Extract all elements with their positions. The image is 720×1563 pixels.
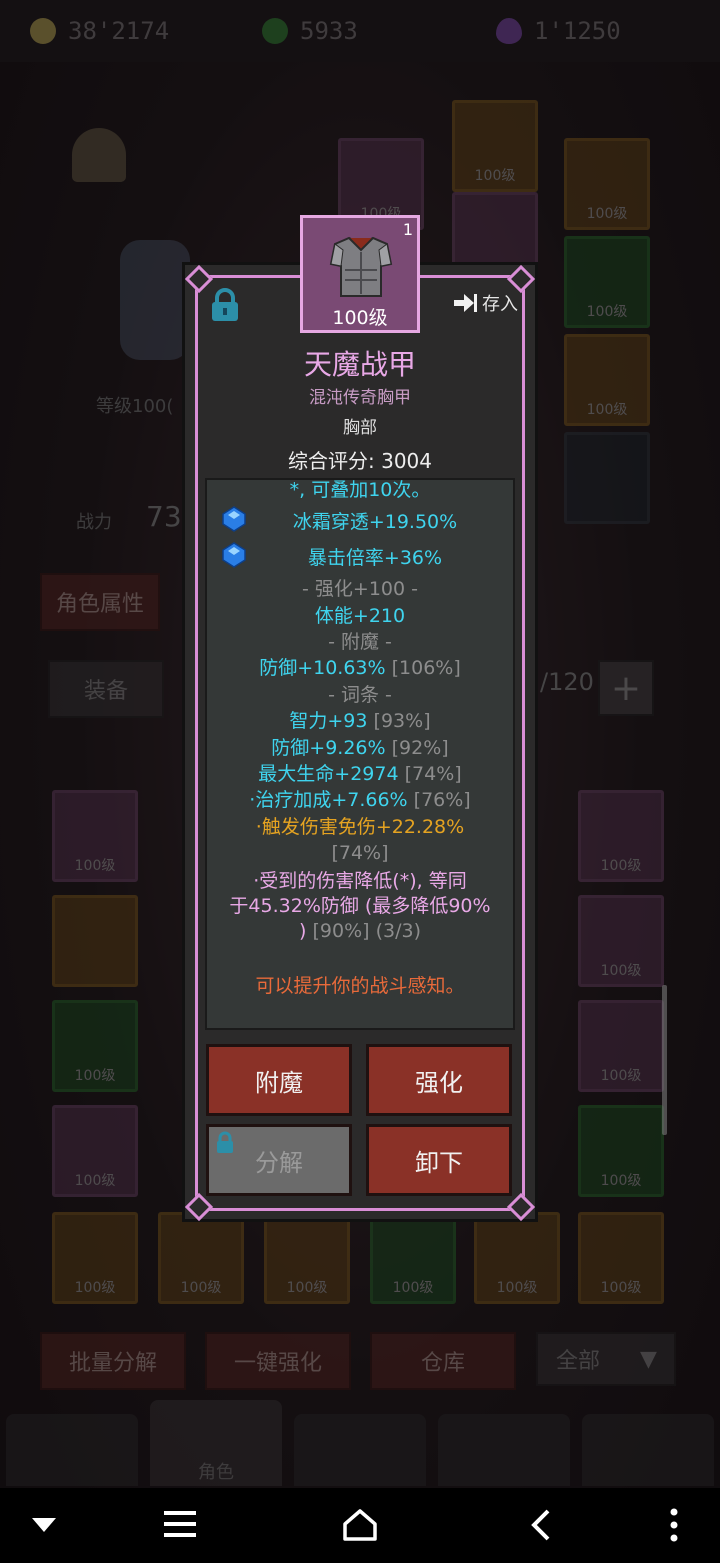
- enchant-header: - 附魔 -: [328, 631, 392, 653]
- item-name: 天魔战甲: [303, 348, 416, 381]
- affix-line: ·治疗加成+7.66% [76%]: [249, 789, 471, 811]
- enchant-line: 防御+10.63% [106%]: [207, 656, 513, 680]
- enhance-header: - 强化+100 -: [302, 578, 418, 600]
- gem-stat-1: 冰霜穿透+19.50%: [292, 511, 458, 533]
- arrow-right-icon: [454, 294, 477, 312]
- legend-affix-line-1: ·受到的伤害降低(*), 等同: [253, 870, 467, 892]
- dismantle-label: 分解: [255, 1148, 303, 1177]
- home-icon[interactable]: [342, 1508, 378, 1542]
- unequip-button[interactable]: 卸下: [366, 1124, 512, 1196]
- item-rarity-type: 混沌传奇胸甲: [309, 388, 411, 408]
- enhance-button[interactable]: 强化: [366, 1044, 512, 1116]
- back-icon[interactable]: [528, 1508, 552, 1542]
- enchant-button[interactable]: 附魔: [206, 1044, 352, 1116]
- affix-line: 防御+9.26% [92%]: [271, 737, 449, 759]
- affix-line: 最大生命+2974 [74%]: [258, 763, 462, 785]
- item-score: 综合评分: 3004: [288, 449, 432, 473]
- store-label: 存入: [482, 294, 518, 315]
- enchant-range: [106%]: [391, 657, 461, 679]
- gem-stat-2: 暴击倍率+36%: [307, 547, 443, 569]
- stats-scroll-area[interactable]: *, 可叠加10次。 冰霜穿透+19.50% 暴击倍率+36% - 强化+100…: [205, 478, 515, 1030]
- stat-line-cut: *, 可叠加10次。: [289, 479, 431, 501]
- system-nav-bar: [0, 1488, 720, 1563]
- enhance-value: 体能+210: [314, 605, 406, 627]
- affix-header: - 词条 -: [328, 684, 392, 706]
- item-slot-type: 胸部: [343, 418, 377, 438]
- affix-line: 智力+93 [93%]: [289, 710, 431, 732]
- item-count: 1: [402, 220, 413, 239]
- item-flavor-text: 可以提升你的战斗感知。: [255, 975, 465, 997]
- item-level: 100级: [332, 307, 388, 329]
- lock-icon[interactable]: [207, 287, 243, 323]
- more-options-icon[interactable]: [668, 1508, 680, 1542]
- orange-affix: ·触发伤害免伤+22.28%: [255, 816, 465, 838]
- enchant-value: 防御+10.63%: [259, 657, 386, 679]
- menu-icon[interactable]: [164, 1510, 196, 1538]
- lock-icon: [217, 1131, 233, 1153]
- scrollbar[interactable]: [662, 985, 667, 1135]
- dismantle-button[interactable]: 分解: [206, 1124, 352, 1196]
- chevron-down-icon[interactable]: [30, 1516, 58, 1534]
- legend-affix-line-3: ) [90%] (3/3): [299, 920, 421, 942]
- store-button[interactable]: 存入: [452, 290, 518, 316]
- chest-armor-icon: [329, 236, 393, 297]
- legend-affix-line-2: 于45.32%防御 (最多降低90%: [229, 895, 491, 917]
- item-icon-slot: 1 100级: [300, 215, 420, 333]
- orange-affix-range: [74%]: [331, 842, 389, 864]
